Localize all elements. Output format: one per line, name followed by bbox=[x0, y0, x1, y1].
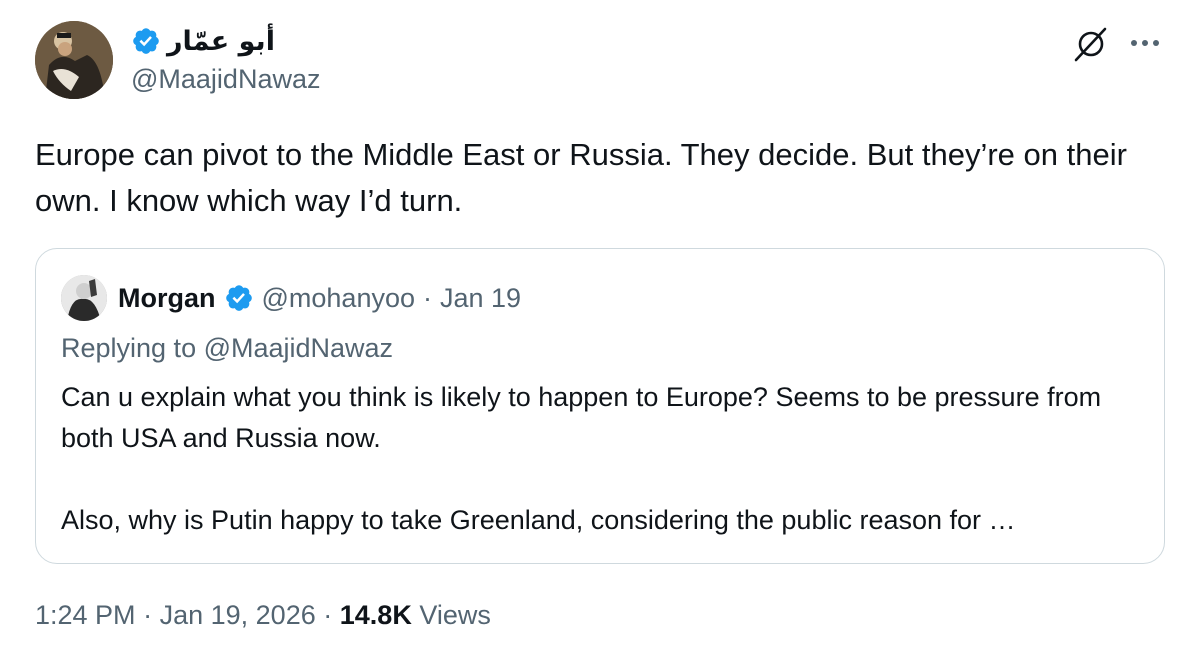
tweet-container: أبو عمّار @MaajidNawaz Europe can pivot … bbox=[0, 0, 1198, 666]
quoted-tweet-card[interactable]: Morgan @mohanyoo · Jan 19 Replying to @M… bbox=[35, 248, 1165, 564]
verified-badge-icon bbox=[131, 26, 161, 56]
author-name-row: أبو عمّار bbox=[131, 24, 275, 58]
author-handle[interactable]: @MaajidNawaz bbox=[131, 64, 320, 95]
quoted-avatar-photo bbox=[61, 275, 107, 321]
quoted-author-avatar[interactable] bbox=[61, 275, 107, 321]
author-avatar[interactable] bbox=[35, 21, 113, 99]
quoted-tweet-header: Morgan @mohanyoo · Jan 19 bbox=[118, 279, 521, 317]
quoted-paragraph-2: Also, why is Putin happy to take Greenla… bbox=[61, 505, 1016, 535]
footer-separator: · bbox=[323, 600, 333, 630]
quoted-tweet-date[interactable]: Jan 19 bbox=[440, 283, 521, 314]
author-display-name[interactable]: أبو عمّار bbox=[167, 26, 275, 57]
grok-icon[interactable] bbox=[1071, 24, 1111, 64]
quoted-meta-separator: · bbox=[423, 282, 432, 313]
quoted-author-name[interactable]: Morgan bbox=[118, 283, 216, 314]
tweet-footer: 1:24 PM · Jan 19, 2026 · 14.8K Views bbox=[35, 600, 491, 631]
quoted-replying-to: Replying to @MaajidNawaz bbox=[61, 333, 394, 363]
quoted-verified-badge-icon bbox=[224, 283, 254, 313]
views-label[interactable]: Views bbox=[419, 600, 491, 630]
more-options-icon[interactable] bbox=[1126, 28, 1164, 58]
tweet-text: Europe can pivot to the Middle East or R… bbox=[35, 137, 1127, 218]
quoted-tweet-text: Can u explain what you think is likely t… bbox=[61, 377, 1141, 541]
quoted-author-handle[interactable]: @mohanyoo bbox=[262, 283, 416, 314]
avatar-photo bbox=[35, 21, 113, 99]
footer-separator: · bbox=[143, 600, 153, 630]
quoted-paragraph-1: Can u explain what you think is likely t… bbox=[61, 382, 1102, 453]
tweet-time[interactable]: 1:24 PM bbox=[35, 600, 136, 630]
tweet-date[interactable]: Jan 19, 2026 bbox=[160, 600, 316, 630]
views-count[interactable]: 14.8K bbox=[340, 600, 412, 630]
